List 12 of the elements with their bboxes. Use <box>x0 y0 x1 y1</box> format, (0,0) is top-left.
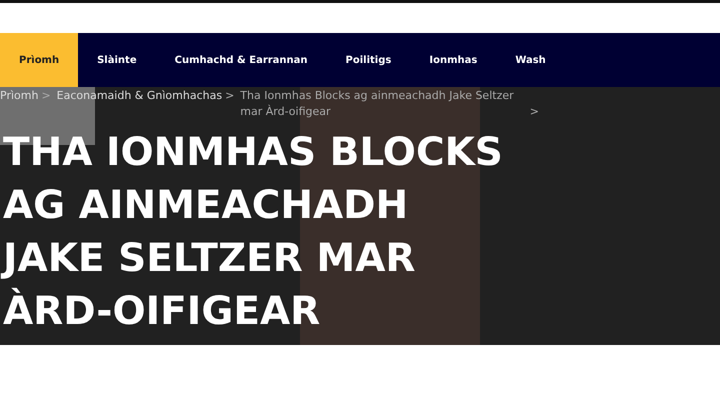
nav-tab[interactable]: Cumhachd & Earrannan <box>156 33 327 87</box>
breadcrumb-separator: > <box>41 89 51 102</box>
nav-tab[interactable]: Prìomh <box>0 33 78 87</box>
breadcrumb-separator: > <box>225 89 234 102</box>
breadcrumb-current: Tha Ionmhas Blocks ag ainmeachadh Jake Seltzer mar Àrd-oifigear <box>240 88 515 120</box>
nav-tab[interactable]: Ionmhas <box>410 33 496 87</box>
breadcrumb-separator: > <box>530 104 539 120</box>
nav-tab[interactable]: Slàinte <box>78 33 156 87</box>
article-title: THA IONMHAS BLOCKS AG AINMEACHADH JAKE SELTZER MAR ÀRD-OIFIGEAR <box>0 126 508 338</box>
nav-tab[interactable]: Wash <box>496 33 565 87</box>
breadcrumb-link[interactable]: Prìomh <box>0 89 38 102</box>
nav-tab[interactable]: Poilitigs <box>326 33 410 87</box>
